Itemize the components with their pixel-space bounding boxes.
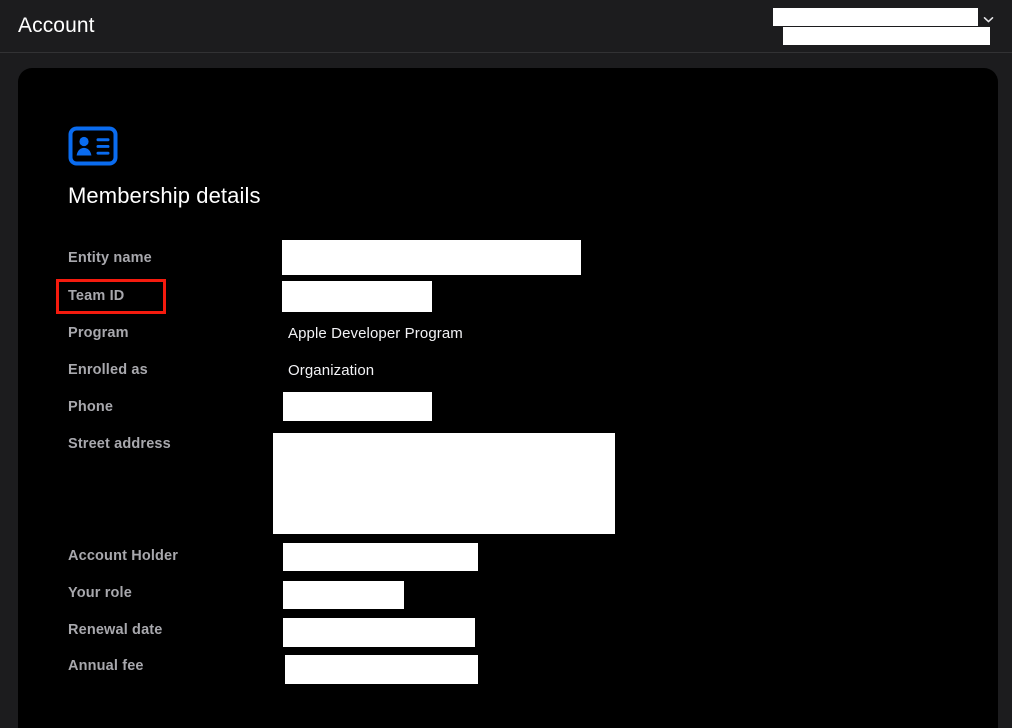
detail-row-value: Organization: [288, 362, 375, 379]
detail-row-label: Annual fee: [68, 658, 144, 674]
detail-row-label: Your role: [68, 585, 132, 601]
detail-row-value-redacted[interactable]: [273, 433, 615, 534]
account-subtitle-redacted[interactable]: [783, 27, 990, 45]
detail-row-label: Program: [68, 325, 129, 341]
detail-row-value-redacted[interactable]: [283, 618, 475, 647]
id-card-icon: [68, 126, 118, 166]
account-selector-redacted[interactable]: [773, 8, 978, 26]
chevron-down-icon[interactable]: [982, 13, 995, 26]
detail-row-label: Enrolled as: [68, 362, 148, 378]
detail-row-value-redacted[interactable]: [283, 392, 432, 421]
detail-row-label: Entity name: [68, 250, 152, 266]
detail-row-value-redacted[interactable]: [282, 281, 432, 312]
detail-row-label: Street address: [68, 436, 171, 452]
detail-row-value-redacted[interactable]: [285, 655, 478, 684]
detail-row-value-redacted[interactable]: [283, 581, 404, 609]
page-title: Account: [18, 14, 95, 37]
detail-row-label: Phone: [68, 399, 114, 415]
header-account-controls: [760, 0, 1012, 53]
detail-row-label: Team ID: [68, 288, 125, 304]
detail-row-value-redacted[interactable]: [283, 543, 478, 571]
section-title: Membership details: [68, 183, 261, 208]
detail-row-label: Account Holder: [68, 548, 179, 564]
detail-row-value-redacted[interactable]: [282, 240, 581, 275]
top-header-bar: Account: [0, 0, 1012, 53]
membership-details-panel: [18, 68, 998, 728]
detail-row-value: Apple Developer Program: [288, 325, 463, 342]
detail-row-label: Renewal date: [68, 622, 163, 638]
